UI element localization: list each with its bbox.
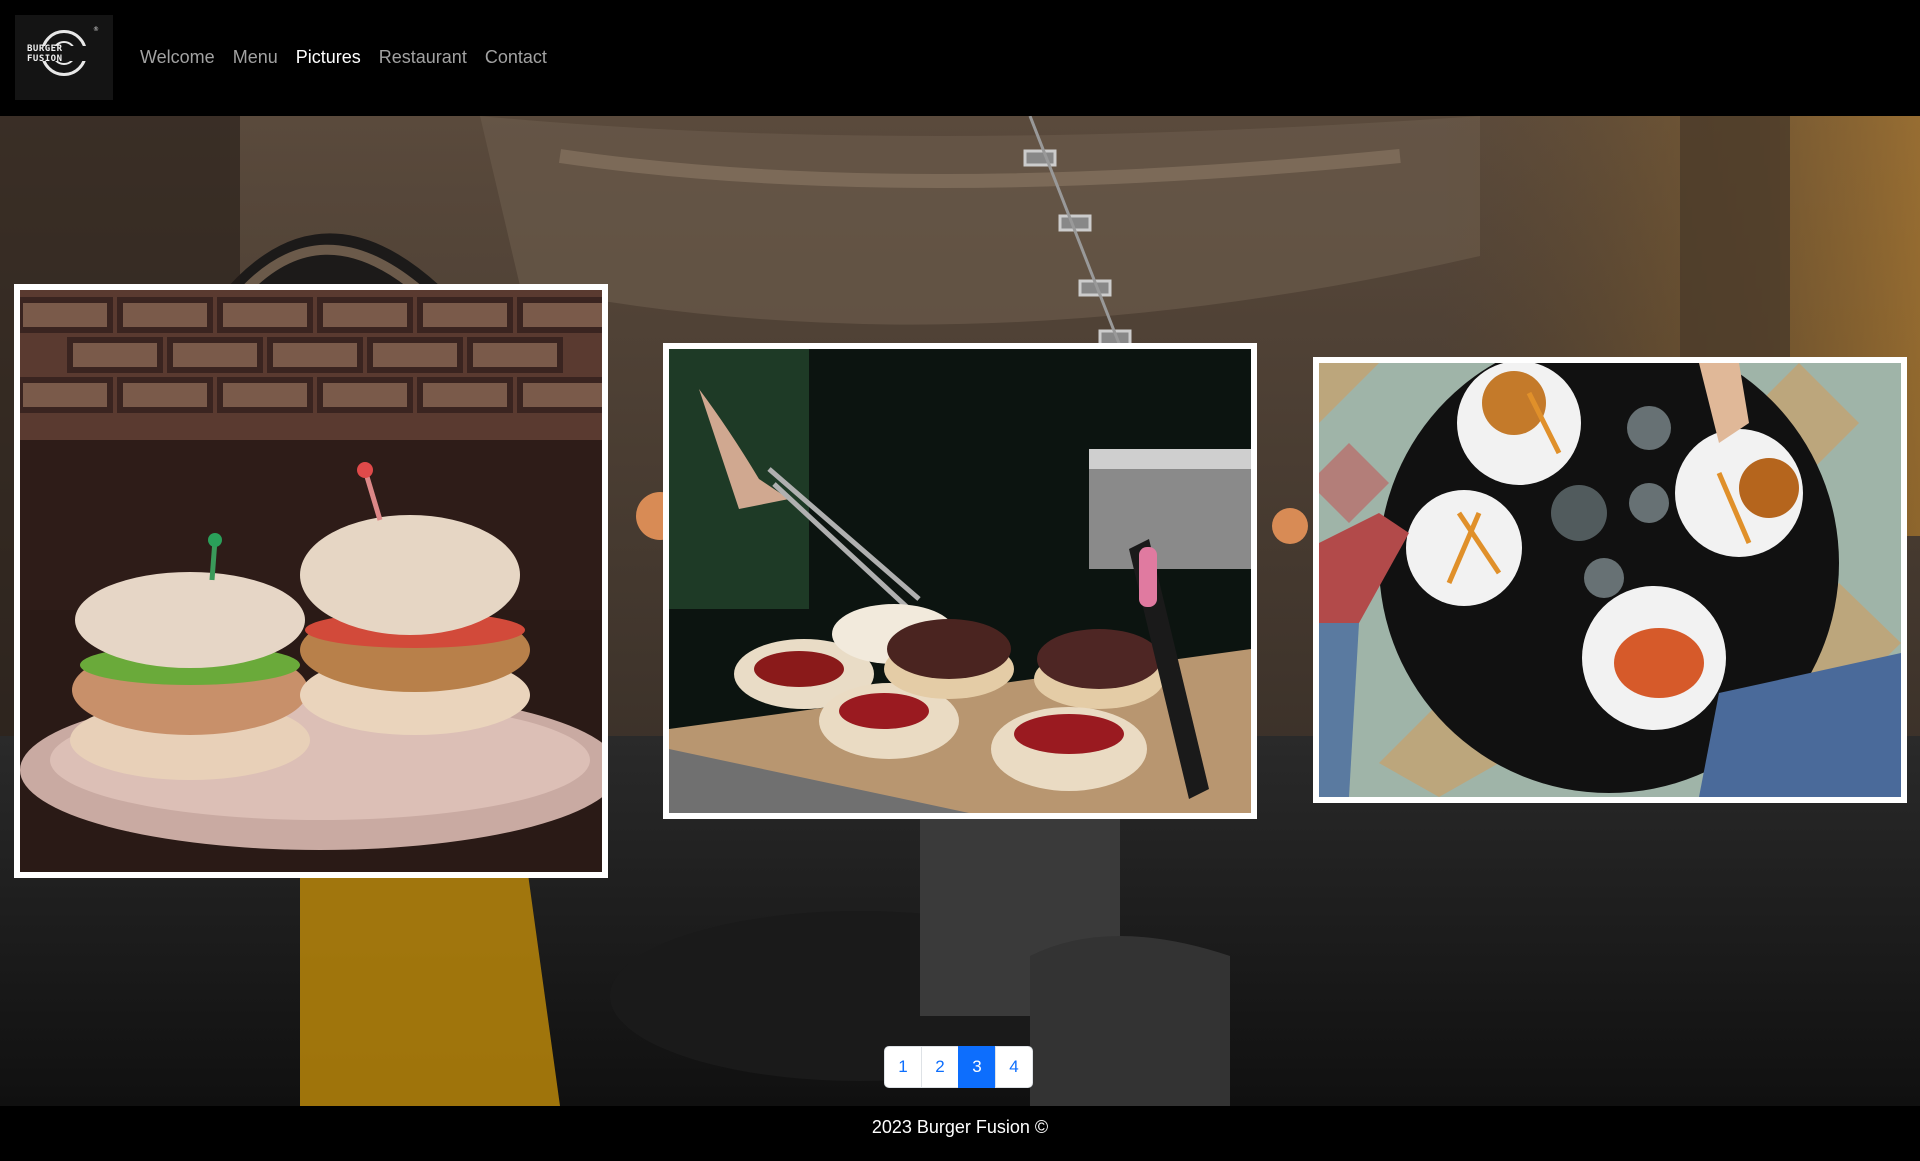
- footer-copyright: 2023 Burger Fusion ©: [871, 1117, 1049, 1137]
- logo[interactable]: BURGER FUSION ®: [15, 15, 113, 100]
- table-photo-image: [1319, 363, 1901, 797]
- logo-text: BURGER FUSION: [27, 44, 101, 64]
- burgers-photo-image: [20, 290, 602, 872]
- page-button-2[interactable]: 2: [921, 1046, 959, 1088]
- gallery-photo-burgers[interactable]: [14, 284, 608, 878]
- nav-item-pictures[interactable]: Pictures: [296, 46, 361, 68]
- nav-item-menu[interactable]: Menu: [233, 46, 278, 68]
- navbar: BURGER FUSION ® Welcome Menu Pictures Re…: [0, 0, 1920, 116]
- page-button-1[interactable]: 1: [884, 1046, 922, 1088]
- nav-item-restaurant[interactable]: Restaurant: [379, 46, 467, 68]
- registered-mark: ®: [93, 26, 99, 33]
- gallery-section: 1 2 3 4: [0, 116, 1920, 1106]
- nav-item-contact[interactable]: Contact: [485, 46, 547, 68]
- page-button-3[interactable]: 3: [958, 1046, 996, 1088]
- gallery-photo-grilling[interactable]: [663, 343, 1257, 819]
- footer: 2023 Burger Fusion ©: [0, 1106, 1920, 1161]
- nav-links: Welcome Menu Pictures Restaurant Contact: [140, 46, 547, 68]
- grilling-photo-image: [669, 349, 1251, 813]
- pagination: 1 2 3 4: [884, 1046, 1033, 1088]
- gallery-photo-table[interactable]: [1313, 357, 1907, 803]
- page-button-4[interactable]: 4: [995, 1046, 1033, 1088]
- nav-item-welcome[interactable]: Welcome: [140, 46, 215, 68]
